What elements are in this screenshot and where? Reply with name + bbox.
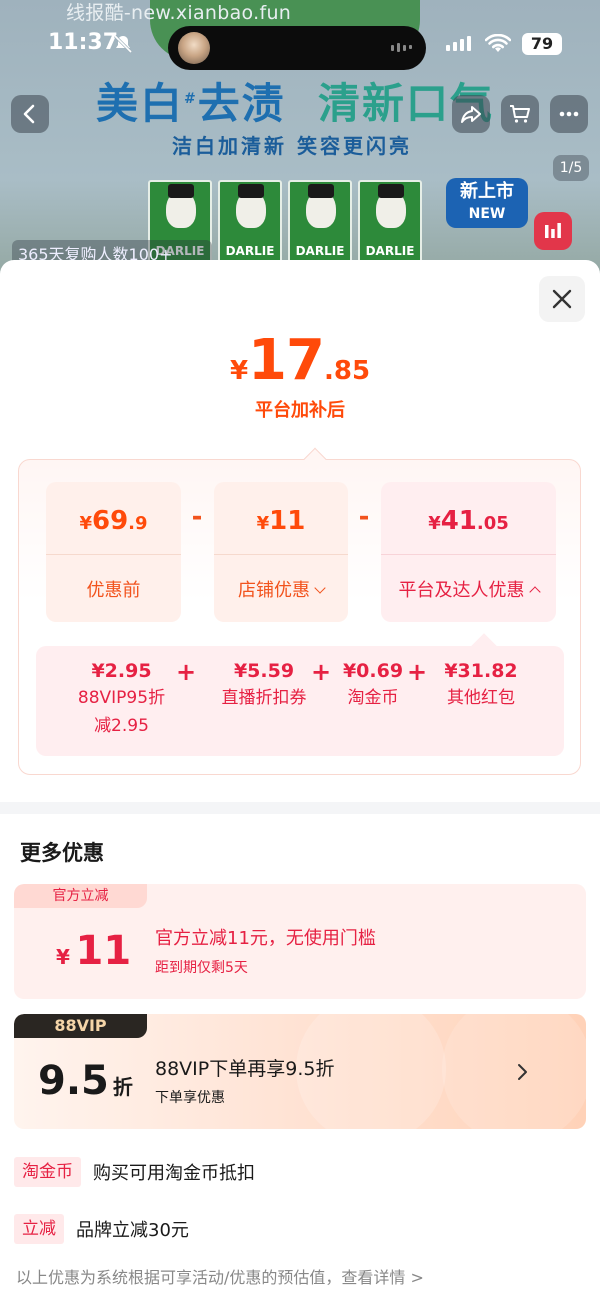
official-discount-expiry: 距到期仅剩5天 [155,960,248,976]
estimate-footnote-link[interactable]: 以上优惠为系统根据可享活动/优惠的预估值，查看详情 > [16,1264,424,1288]
status-bar: 11:37 79 [0,26,600,70]
platform-discount-details: ¥2.95 88VIP95折 减2.95 + ¥5.59 直播折扣券 + ¥0.… [36,633,564,756]
platform-discount-toggle[interactable]: 平台及达人优惠 [381,576,556,602]
plus-sign: + [311,658,332,686]
vip-tag: 88VIP [14,1014,147,1038]
chevron-right-icon[interactable] [512,1062,532,1082]
original-price-card: ¥69.9 优惠前 [46,482,181,622]
status-time: 11:37 [48,30,119,55]
perk-brand-discount: 立减 品牌立减30元 [14,1212,189,1246]
chevron-left-icon [23,104,35,124]
official-discount-title: 官方立减11元，无使用门槛 [155,928,376,949]
minus-sign: - [358,502,370,532]
cellular-signal-icon [446,36,471,51]
plus-sign: + [176,658,197,686]
official-discount-coupon[interactable]: 官方立减 ¥ 11 官方立减11元，无使用门槛 距到期仅剩5天 [14,884,586,999]
banner-subline: 洁白加清新 笑容更闪亮 [172,134,412,158]
bell-muted-icon [113,34,133,54]
perk-taojinbi: 淘金币 购买可用淘金币抵扣 [14,1155,255,1189]
shop-discount-amount: ¥11 [256,506,306,536]
battery-indicator: 79 [522,33,562,55]
live-coupon-item: ¥5.59 直播折扣券 [221,660,307,708]
red-packet-item: ¥31.82 其他红包 [444,660,518,708]
live-bars-icon [545,223,561,238]
taojinbi-item: ¥0.69 淘金币 [342,660,404,708]
back-button[interactable] [11,95,49,133]
share-button[interactable] [452,95,490,133]
image-pager: 1/5 [553,155,589,181]
live-activity-avatar [178,32,210,64]
platform-discount-card[interactable]: ¥41.05 平台及达人优惠 [381,482,556,622]
platform-discount-amount: ¥41.05 [428,506,509,536]
plus-sign: + [407,658,428,686]
vip-discount-item: ¥2.95 88VIP95折 减2.95 [77,660,166,736]
shop-discount-toggle[interactable]: 店铺优惠 [214,576,348,602]
vip-discount-title: 88VIP下单再享9.5折 [155,1058,335,1080]
shop-discount-card[interactable]: ¥11 店铺优惠 [214,482,348,622]
details-pointer [471,633,497,659]
price-breakdown-panel: ¥69.9 优惠前 - ¥11 店铺优惠 - ¥41.05 平台及达人优惠 ¥2… [18,447,581,775]
wifi-icon [485,34,511,52]
perk-badge: 淘金币 [14,1157,81,1187]
dynamic-island [168,26,426,70]
perk-badge: 立减 [14,1214,64,1244]
more-offers-title: 更多优惠 [20,841,104,865]
close-button[interactable] [539,276,585,322]
section-divider [0,802,600,814]
banner-headline-left: 美白#去渍 [96,79,286,128]
vip-discount-amount: 9.5 折 [38,1058,133,1104]
audio-wave-icon [391,43,412,52]
new-launch-badge: 新上市 NEW [446,178,528,228]
live-stream-button[interactable] [534,212,572,250]
cart-icon [510,105,530,123]
vip-discount-coupon[interactable]: 88VIP 9.5 折 88VIP下单再享9.5折 下单享优惠 [14,1014,586,1129]
chevron-down-icon [314,582,326,594]
share-icon [461,106,481,123]
perk-text: 品牌立减30元 [76,1220,189,1241]
more-dots-icon [559,111,579,117]
final-price: ¥17.85 [229,328,371,393]
panel-pointer [303,447,327,471]
vip-discount-subtitle: 下单享优惠 [155,1090,225,1106]
official-discount-tag: 官方立减 [14,884,147,908]
watermark: 线报酷-new.xianbao.fun [66,2,292,24]
perk-text: 购买可用淘金币抵扣 [93,1163,255,1184]
official-discount-amount: ¥ 11 [56,928,132,974]
chevron-up-icon [528,586,541,598]
original-price-label: 优惠前 [86,580,141,601]
original-price-amount: ¥69.9 [79,506,148,536]
minus-sign: - [191,502,203,532]
close-icon [552,289,572,309]
more-button[interactable] [550,95,588,133]
price-detail-sheet: ¥17.85 平台加补后 ¥69.9 优惠前 - ¥11 店铺优惠 - ¥41.… [0,260,600,1303]
final-price-label: 平台加补后 [255,400,345,421]
product-image-background: 线报酷-new.xianbao.fun 11:37 79 美白#去渍 清新口气 … [0,0,600,300]
cart-button[interactable] [501,95,539,133]
